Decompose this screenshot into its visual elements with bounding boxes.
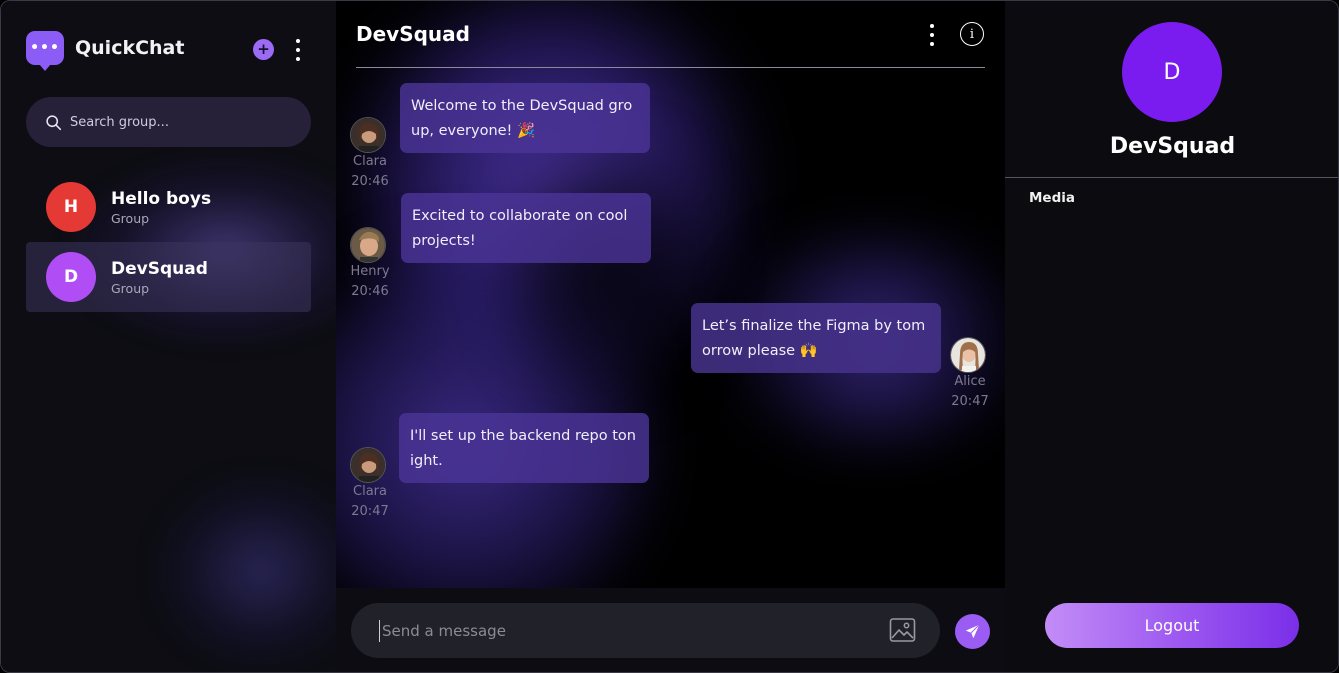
user-avatar — [950, 337, 986, 373]
message-composer — [351, 603, 940, 658]
group-avatar: D — [46, 252, 96, 302]
logout-button[interactable]: Logout — [1045, 603, 1299, 648]
group-avatar-large: D — [1122, 22, 1222, 122]
message-bubble: Welcome to the DevSquad group, everyone!… — [400, 83, 650, 153]
message-sender: Henry — [350, 264, 390, 279]
brand: ••• QuickChat — [26, 31, 185, 71]
message-time: 20:46 — [351, 174, 389, 189]
sidebar: ••• QuickChat + H Hello boys Group D Dev… — [1, 1, 336, 672]
chat-title: DevSquad — [356, 22, 470, 46]
composer-bar — [336, 588, 1005, 672]
divider — [1005, 177, 1338, 178]
search-input[interactable] — [70, 114, 290, 130]
group-details-panel: D DevSquad Media Logout — [1005, 1, 1338, 672]
image-upload-icon[interactable] — [889, 617, 916, 643]
group-name-heading: DevSquad — [1109, 134, 1236, 159]
message-bubble: Let’s finalize the Figma by tomorrow ple… — [691, 303, 941, 373]
chat-panel: DevSquad i Welcome to the DevSquad group… — [336, 1, 1005, 672]
message-sender: Clara — [353, 484, 387, 499]
message-input[interactable] — [379, 619, 859, 642]
add-group-button[interactable]: + — [253, 39, 274, 60]
message-time: 20:46 — [351, 284, 389, 299]
info-icon[interactable]: i — [960, 22, 984, 46]
search-icon — [46, 114, 62, 130]
app-name: QuickChat — [75, 37, 185, 59]
send-button[interactable] — [955, 614, 990, 649]
media-section-label: Media — [1029, 190, 1075, 206]
message-bubble: Excited to collaborate on cool projects! — [401, 193, 651, 263]
message-time: 20:47 — [351, 504, 389, 519]
sidebar-menu-icon[interactable] — [295, 39, 301, 61]
group-subtitle: Group — [111, 280, 150, 296]
group-item-devsquad[interactable]: D DevSquad Group — [26, 242, 311, 312]
user-avatar — [350, 117, 386, 153]
message-sender: Clara — [353, 154, 387, 169]
chat-header: DevSquad i — [356, 1, 985, 68]
message-bubble: I'll set up the backend repo tonight. — [399, 413, 649, 483]
group-name: DevSquad — [111, 258, 208, 279]
message-sender: Alice — [954, 374, 986, 389]
chat-menu-icon[interactable] — [929, 24, 935, 46]
search-bar — [26, 97, 311, 147]
user-avatar — [350, 227, 386, 263]
group-item-hello-boys[interactable]: H Hello boys Group — [26, 172, 311, 242]
group-name: Hello boys — [111, 188, 212, 209]
app-window: ••• QuickChat + H Hello boys Group D Dev… — [0, 0, 1339, 673]
chat-bubble-logo-icon: ••• — [26, 31, 64, 71]
group-avatar: H — [46, 182, 96, 232]
user-avatar — [350, 447, 386, 483]
message-time: 20:47 — [951, 394, 989, 409]
send-icon — [965, 624, 980, 639]
group-subtitle: Group — [111, 210, 150, 226]
